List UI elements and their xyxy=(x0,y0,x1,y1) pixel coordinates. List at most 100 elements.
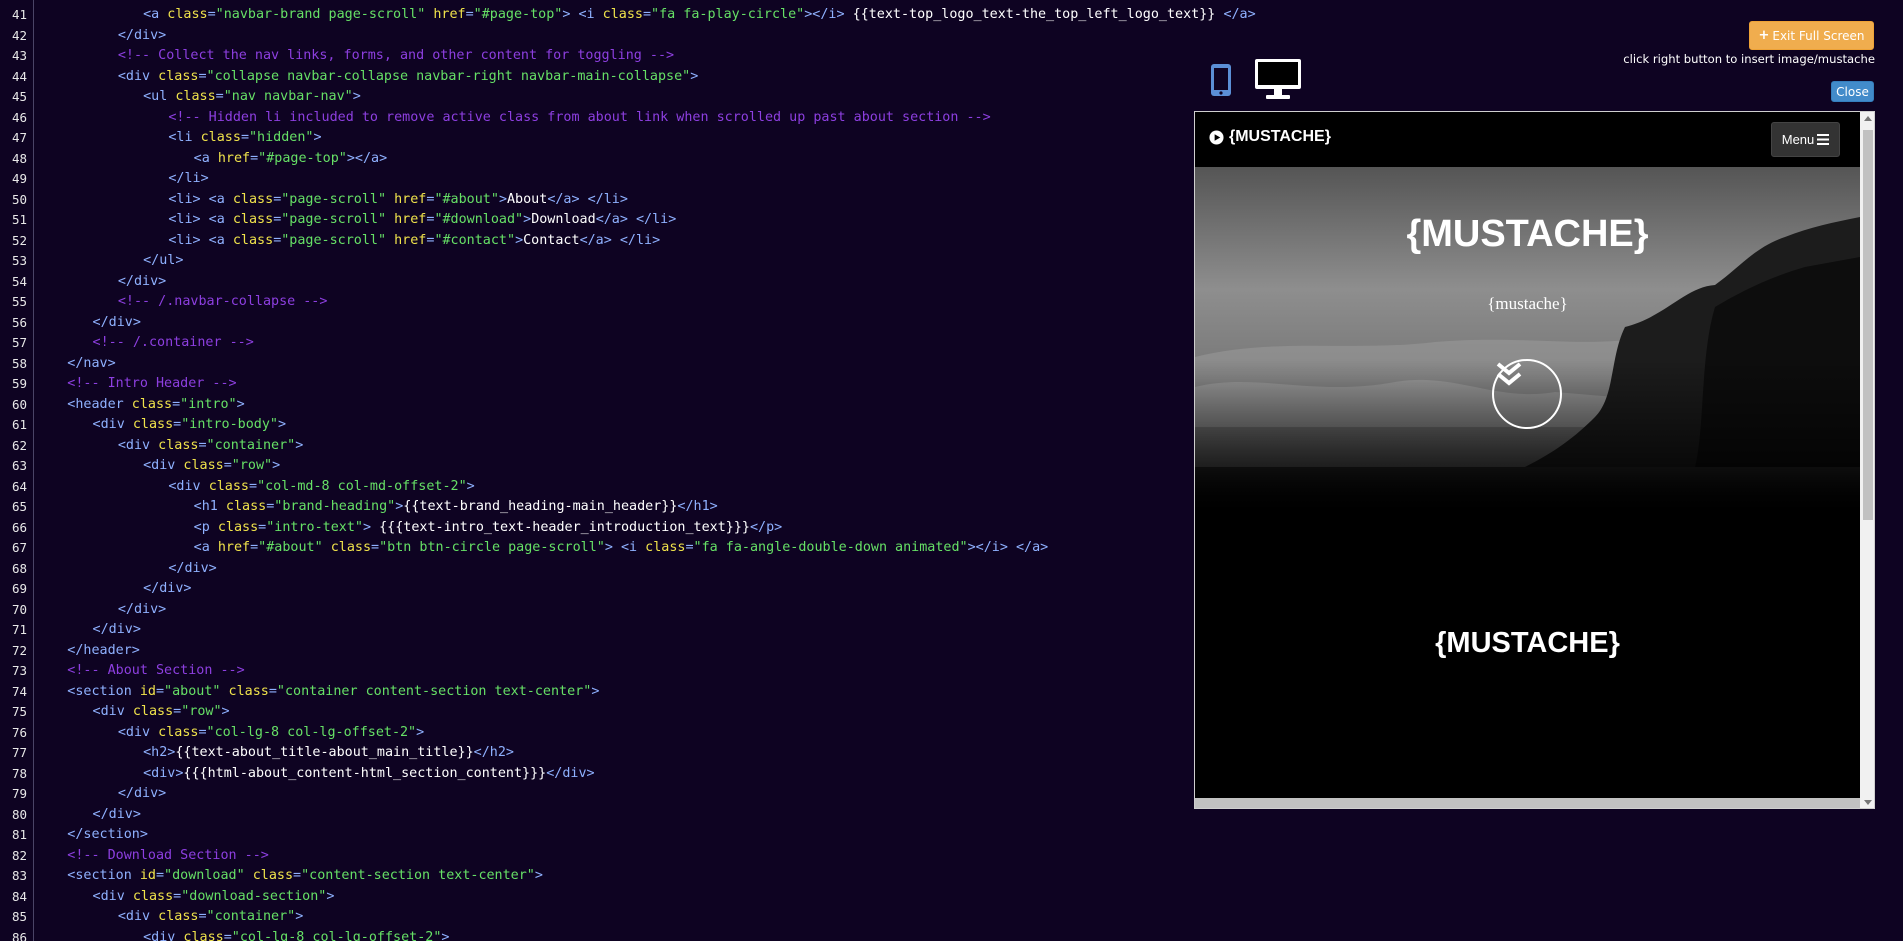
code-line[interactable]: 71 </div> xyxy=(0,620,1200,640)
code-line[interactable]: 82 <!-- Download Section --> xyxy=(0,846,1200,866)
code-token: </div> xyxy=(92,622,141,637)
code-line[interactable]: 76 <div class="col-lg-8 col-lg-offset-2"> xyxy=(0,723,1200,743)
code-line[interactable]: 77 <h2>{{text-about_title-about_main_titl… xyxy=(0,743,1200,763)
code-line[interactable]: 58 </nav> xyxy=(0,354,1200,374)
code-line[interactable]: 63 <div class="row"> xyxy=(0,456,1200,476)
code-token: "container" xyxy=(206,909,296,924)
code-line[interactable]: 48 <a href="#page-top"></a> xyxy=(0,149,1200,169)
code-line[interactable]: 44 <div class="collapse navbar-collapse n… xyxy=(0,67,1200,87)
line-number: 61 xyxy=(11,417,27,432)
angle-double-down-icon xyxy=(1496,362,1522,386)
code-line[interactable]: 70 </div> xyxy=(0,600,1200,620)
preview-vertical-scrollbar[interactable] xyxy=(1860,112,1874,808)
code-line[interactable]: 60 <header class="intro"> xyxy=(0,395,1200,415)
code-text: <!-- /.container --> xyxy=(93,333,254,353)
code-text: <li class="hidden"> xyxy=(168,128,321,148)
code-line[interactable]: 83 <section id="download" class="content-… xyxy=(0,866,1200,886)
code-line[interactable]: 47 <li class="hidden"> xyxy=(0,128,1200,148)
code-line[interactable]: 59 <!-- Intro Header --> xyxy=(0,374,1200,394)
exit-full-screen-label: Exit Full Screen xyxy=(1772,28,1865,43)
code-line[interactable]: 42 </div> xyxy=(0,26,1200,46)
exit-full-screen-button[interactable]: + Exit Full Screen xyxy=(1749,21,1874,50)
scroll-up-arrow-icon[interactable] xyxy=(1864,116,1872,121)
code-text: <p class="intro-text"> {{{text-intro_tex… xyxy=(194,518,783,538)
code-line[interactable]: 86 <div class="col-lg-8 col-lg-offset-2"> xyxy=(0,928,1200,941)
code-token: <li> <a xyxy=(168,232,233,248)
code-token: "fa fa-play-circle" xyxy=(651,7,805,22)
code-line[interactable]: 66 <p class="intro-text"> {{{text-intro_t… xyxy=(0,518,1200,538)
code-line[interactable]: 73 <!-- About Section --> xyxy=(0,661,1200,681)
code-token: "brand-heading" xyxy=(274,499,396,514)
preview-brand-text: {MUSTACHE} xyxy=(1229,128,1331,145)
code-line[interactable]: 64 <div class="col-md-8 col-md-offset-2"> xyxy=(0,477,1200,497)
code-line[interactable]: 43 <!-- Collect the nav links, forms, and… xyxy=(0,46,1200,66)
code-token: > xyxy=(313,130,322,145)
code-line[interactable]: 55 <!-- /.navbar-collapse --> xyxy=(0,292,1200,312)
desktop-view-toggle[interactable] xyxy=(1254,58,1302,100)
code-line[interactable]: 62 <div class="container"> xyxy=(0,436,1200,456)
code-text: <div class="intro-body"> xyxy=(93,415,287,435)
code-line[interactable]: 74 <section id="about" class="container c… xyxy=(0,682,1200,702)
code-line[interactable]: 84 <div class="download-section"> xyxy=(0,887,1200,907)
code-token: class xyxy=(602,7,643,22)
code-token: > xyxy=(441,929,450,941)
code-line[interactable]: 41 <a class="navbar-brand page-scroll" hr… xyxy=(0,5,1256,25)
code-line[interactable]: 78 <div>{{{html-about_content-html_sectio… xyxy=(0,764,1200,784)
code-token: > xyxy=(523,212,532,227)
code-line[interactable]: 68 </div> xyxy=(0,559,1200,579)
code-line[interactable]: 85 <div class="container"> xyxy=(0,907,1200,927)
preview-brand-link[interactable]: {MUSTACHE} xyxy=(1209,128,1331,146)
code-line[interactable]: 65 <h1 class="brand-heading">{{text-brand… xyxy=(0,497,1200,517)
code-line[interactable]: 46 <!-- Hidden li included to remove acti… xyxy=(0,108,1200,128)
code-line[interactable]: 72 </header> xyxy=(0,641,1200,661)
code-line[interactable]: 49 </li> xyxy=(0,169,1200,189)
code-line[interactable]: 67 <a href="#about" class="btn btn-circle… xyxy=(0,538,1200,558)
code-token: > xyxy=(362,519,380,535)
code-token: "intro" xyxy=(180,396,237,412)
preview-horizontal-scrollbar[interactable] xyxy=(1195,798,1860,808)
preview-menu-button[interactable]: Menu xyxy=(1771,122,1840,157)
line-number: 60 xyxy=(11,396,27,412)
code-token: = xyxy=(215,89,224,104)
code-token: > <i xyxy=(604,540,646,555)
preview-menu-label: Menu xyxy=(1781,132,1815,147)
insert-hint-text: click right button to insert image/musta… xyxy=(1623,52,1875,66)
code-token: "navbar-brand page-scroll" xyxy=(215,7,426,22)
code-token: "btn btn-circle page-scroll" xyxy=(379,540,605,555)
code-line[interactable]: 57 <!-- /.container --> xyxy=(0,333,1200,353)
code-token: class xyxy=(200,130,241,145)
code-token: <li xyxy=(168,130,201,145)
code-line[interactable]: 79 </div> xyxy=(0,784,1200,804)
code-token: = xyxy=(268,683,277,699)
line-number: 68 xyxy=(11,560,27,576)
code-text: <!-- /.navbar-collapse --> xyxy=(118,292,328,312)
code-line[interactable]: 53 </ul> xyxy=(0,251,1200,271)
code-line[interactable]: 50 <li> <a class="page-scroll" href="#abo… xyxy=(0,190,1200,210)
code-token: class xyxy=(132,888,174,904)
code-line[interactable]: 45 <ul class="nav navbar-nav"> xyxy=(0,87,1200,107)
code-token: > xyxy=(498,191,507,207)
code-token: <section xyxy=(67,683,140,699)
code-text: <div class="download-section"> xyxy=(93,887,335,907)
site-preview-frame[interactable]: {MUSTACHE} Menu {MUSTACHE} {mustache} {M… xyxy=(1194,111,1875,809)
preview-scrollbar-thumb[interactable] xyxy=(1863,130,1873,520)
line-number: 47 xyxy=(11,130,27,145)
code-line[interactable]: 56 </div> xyxy=(0,313,1200,333)
code-text: </div> xyxy=(93,313,141,333)
line-number: 86 xyxy=(11,929,27,941)
code-token: </a> </li> xyxy=(595,212,677,227)
code-line[interactable]: 52 <li> <a class="page-scroll" href="#con… xyxy=(0,231,1200,251)
code-line[interactable]: 75 <div class="row"> xyxy=(0,702,1200,722)
code-token: {{text-top_logo_text-the_top_left_logo_t… xyxy=(844,7,1224,22)
code-line[interactable]: 51 <li> <a class="page-scroll" href="#dow… xyxy=(0,210,1200,230)
code-line[interactable]: 69 </div> xyxy=(0,579,1200,599)
scroll-down-button[interactable] xyxy=(1492,359,1562,429)
code-line[interactable]: 80 </div> xyxy=(0,805,1200,825)
code-line[interactable]: 81 </section> xyxy=(0,825,1200,845)
code-token: <div xyxy=(168,478,209,494)
scroll-down-arrow-icon[interactable] xyxy=(1864,800,1872,805)
code-line[interactable]: 61 <div class="intro-body"> xyxy=(0,415,1200,435)
close-button[interactable]: Close xyxy=(1831,81,1874,102)
code-line[interactable]: 54 </div> xyxy=(0,272,1200,292)
mobile-view-toggle[interactable] xyxy=(1210,63,1232,97)
